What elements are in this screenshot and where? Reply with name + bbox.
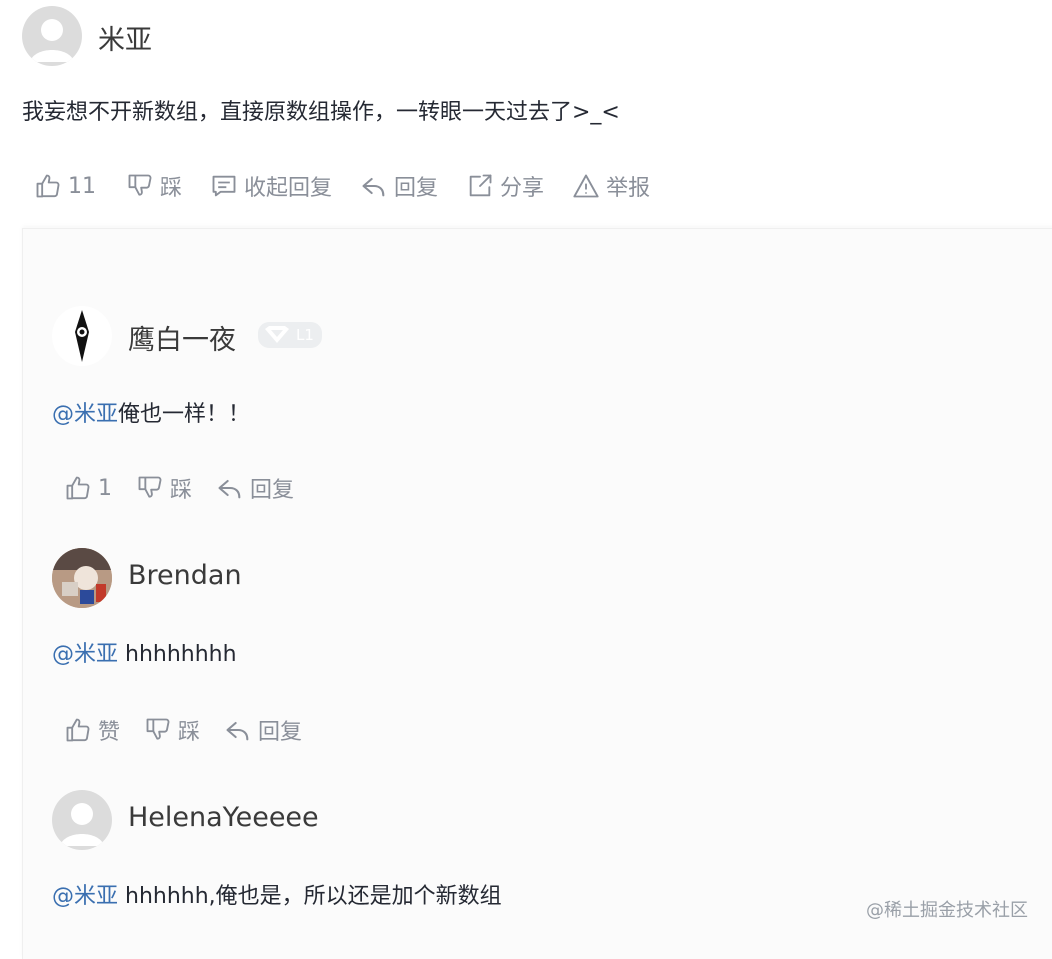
like-label: 赞 <box>98 720 121 745</box>
thumbs-down-icon <box>138 476 162 498</box>
reply-content: @米亚 hhhhhhhh <box>52 636 237 668</box>
report-button[interactable]: 举报 <box>572 170 650 202</box>
share-label: 分享 <box>500 176 545 201</box>
thumbs-down-icon <box>146 718 170 740</box>
dislike-label: 踩 <box>170 478 193 503</box>
like-count: 11 <box>68 173 96 199</box>
thumbs-up-icon <box>66 476 90 500</box>
watermark-text: @稀土掘金技术社区 <box>866 900 1028 921</box>
diamond-icon <box>265 326 289 343</box>
warning-icon <box>573 174 599 198</box>
share-icon <box>469 174 492 197</box>
reply-label: 回复 <box>250 478 295 503</box>
reply-actions: 1 踩 回复 <box>64 472 294 504</box>
like-button[interactable]: 11 <box>34 172 96 200</box>
reply-label: 回复 <box>394 176 439 201</box>
reply-label: 回复 <box>258 720 303 745</box>
report-label: 举报 <box>606 176 651 201</box>
avatar[interactable] <box>52 548 112 608</box>
reply-text: 俺也一样！！ <box>118 402 251 427</box>
reply-content: @米亚 hhhhhh,俺也是，所以还是加个新数组 <box>52 878 502 910</box>
thumbs-up-icon <box>36 174 60 198</box>
avatar[interactable] <box>52 306 112 366</box>
collapse-replies-label: 收起回复 <box>244 176 333 201</box>
collapse-replies-button[interactable]: 收起回复 <box>210 170 332 202</box>
mention-link[interactable]: @米亚 <box>52 642 118 667</box>
like-count: 1 <box>98 475 112 501</box>
reply-actions: 赞 踩 回复 <box>64 714 302 746</box>
comment-actions: 11 踩 收起回复 回复 分享 举报 <box>34 170 650 202</box>
avatar[interactable] <box>22 6 82 66</box>
reply-arrow-icon <box>226 721 249 741</box>
dislike-button[interactable]: 踩 <box>126 170 182 202</box>
default-avatar-icon <box>30 19 74 62</box>
reply-text: hhhhhh,俺也是，所以还是加个新数组 <box>118 884 502 909</box>
reply-text: hhhhhhhh <box>118 642 237 667</box>
like-button[interactable]: 1 <box>64 474 112 502</box>
mention-link[interactable]: @米亚 <box>52 402 118 427</box>
photo-avatar-icon <box>52 548 112 608</box>
dislike-label: 踩 <box>178 720 201 745</box>
thumbs-down-icon <box>128 174 152 196</box>
eye-logo-icon <box>75 310 89 362</box>
level-label: L1 <box>296 326 314 344</box>
mention-link[interactable]: @米亚 <box>52 884 118 909</box>
dislike-button[interactable]: 踩 <box>136 472 192 504</box>
reply-author[interactable]: HelenaYeeeee <box>128 802 319 833</box>
reply-content: @米亚俺也一样！！ <box>52 396 250 428</box>
reply-button[interactable]: 回复 <box>224 714 302 746</box>
comment-author[interactable]: 米亚 <box>98 18 152 57</box>
thumbs-up-icon <box>66 718 90 742</box>
reply-button[interactable]: 回复 <box>360 170 438 202</box>
like-button[interactable]: 赞 <box>64 714 120 746</box>
reply-author[interactable]: 鹰白一夜 <box>128 318 236 357</box>
dislike-button[interactable]: 踩 <box>144 714 200 746</box>
comment-icon <box>212 175 236 197</box>
dislike-label: 踩 <box>160 176 183 201</box>
level-badge: L1 <box>258 322 322 348</box>
reply-button[interactable]: 回复 <box>216 472 294 504</box>
share-button[interactable]: 分享 <box>466 170 544 202</box>
comment-content: 我妄想不开新数组，直接原数组操作，一转眼一天过去了>_< <box>22 100 620 125</box>
reply-arrow-icon <box>218 479 241 499</box>
avatar[interactable] <box>52 790 112 850</box>
default-avatar-icon <box>60 803 104 846</box>
reply-arrow-icon <box>362 177 385 197</box>
reply-author[interactable]: Brendan <box>128 560 242 591</box>
